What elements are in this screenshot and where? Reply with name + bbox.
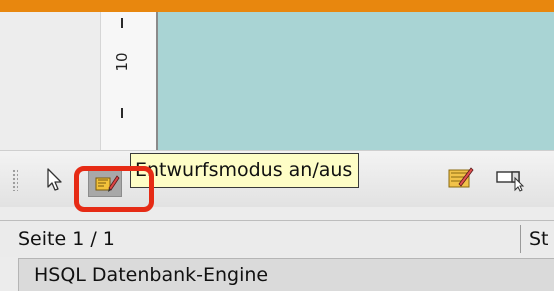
toolbar-grip[interactable] — [12, 169, 18, 191]
ruler-tick — [121, 18, 123, 28]
select-pointer-icon[interactable] — [40, 165, 68, 193]
status-divider — [520, 225, 521, 253]
ruler-label: 10 — [113, 52, 131, 72]
status-bar: Seite 1 / 1 St — [0, 220, 554, 257]
ruler-strip — [100, 12, 157, 150]
vertical-ruler: 10 — [0, 12, 157, 150]
form-wizard-icon[interactable] — [445, 162, 475, 192]
control-insert-icon[interactable] — [494, 166, 526, 192]
status-next-field: St — [529, 228, 549, 250]
ruler-tick — [121, 108, 123, 118]
database-engine-label: HSQL Datenbank-Engine — [34, 264, 269, 286]
page-indicator: Seite 1 / 1 — [18, 228, 115, 250]
design-mode-tooltip: Entwurfsmodus an/aus — [130, 153, 360, 188]
design-mode-highlight — [74, 166, 154, 212]
document-canvas[interactable] — [156, 12, 554, 150]
window-accent-bar — [0, 0, 554, 12]
database-engine-panel: HSQL Datenbank-Engine — [18, 258, 554, 291]
